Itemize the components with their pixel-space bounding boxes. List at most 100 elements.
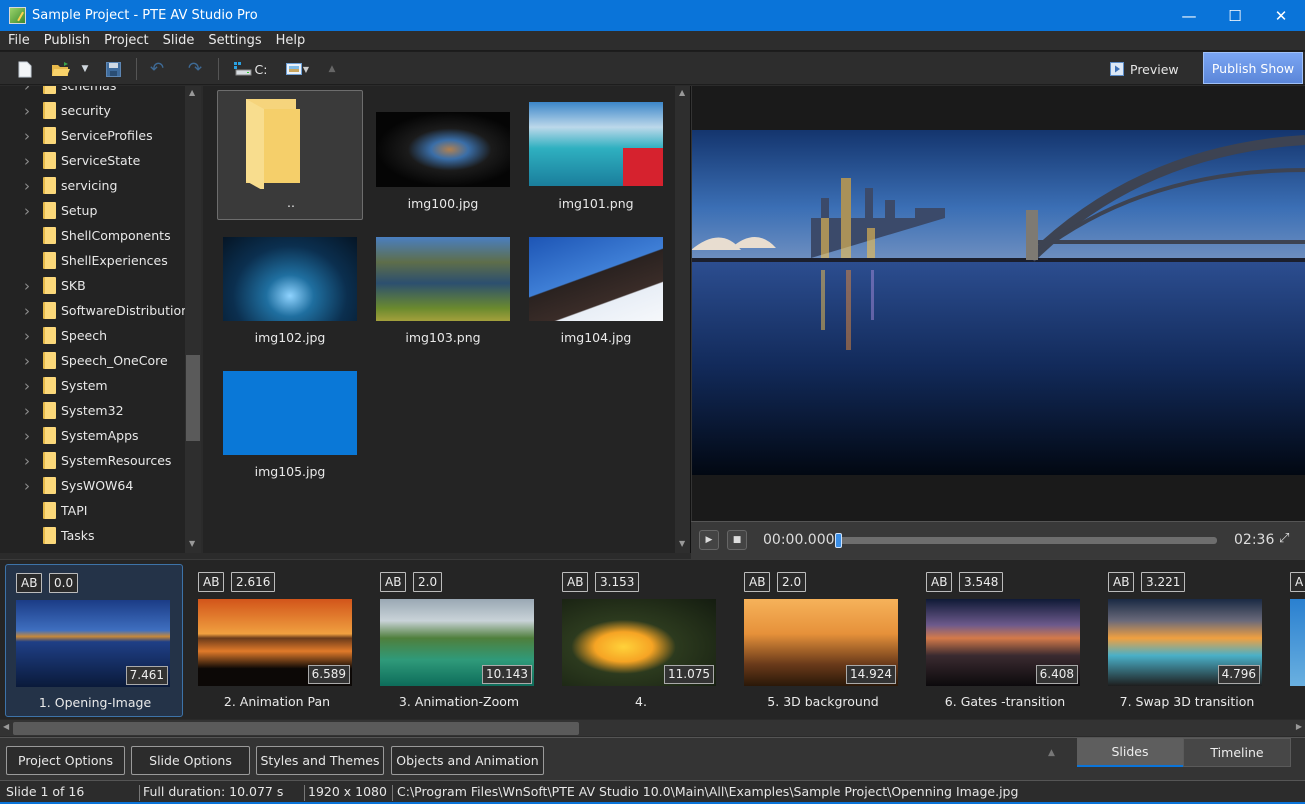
redo-icon[interactable]: ↷ [185,59,205,79]
tree-item[interactable]: ShellExperiences [0,248,185,273]
open-folder-icon[interactable] [50,59,72,79]
transition-duration-badge[interactable]: 3.548 [959,572,1004,592]
tree-item[interactable]: › SoftwareDistribution [0,298,189,323]
tree-item[interactable]: › System32 [0,398,185,423]
transition-ab-badge[interactable]: AB [744,572,771,592]
chevron-right-icon[interactable]: › [24,302,30,320]
transition-duration-badge[interactable]: 3.153 [595,572,640,592]
publish-show-button[interactable]: Publish Show [1203,52,1303,84]
slide-duration-badge[interactable]: 7.461 [125,666,168,685]
chevron-right-icon[interactable]: › [24,152,30,170]
drive-label[interactable]: C: [254,59,268,79]
menu-file[interactable]: File [0,33,36,48]
file-tile[interactable]: img100.jpg [370,90,516,220]
tree-item[interactable]: › Speech_OneCore [0,348,185,373]
transition-duration-badge[interactable]: 2.0 [413,572,443,592]
tree-item[interactable]: › schemas [0,86,185,98]
scroll-up-icon[interactable]: ▲ [679,88,685,97]
chevron-right-icon[interactable]: › [24,352,30,370]
slide-duration-badge[interactable]: 14.924 [846,665,896,684]
tree-item[interactable]: › servicing [0,173,185,198]
collapse-panel-icon[interactable]: ▲ [1048,748,1055,758]
tree-item[interactable]: › SystemApps [0,423,185,448]
transition-ab-badge[interactable]: AB [1108,572,1135,592]
maximize-button[interactable]: ☐ [1212,0,1258,31]
transition-ab-badge[interactable]: A [1290,572,1305,592]
slide-item[interactable]: AB 2.0 14.924 5. 3D background [734,564,912,717]
styles-and-themes-button[interactable]: Styles and Themes [256,746,384,775]
play-button[interactable]: ▶ [699,530,719,550]
chevron-right-icon[interactable]: › [24,477,30,495]
project-options-button[interactable]: Project Options [6,746,125,775]
file-tile[interactable]: img103.png [370,224,516,354]
chevron-right-icon[interactable]: › [24,402,30,420]
files-scrollbar[interactable]: ▲ ▼ [675,86,690,553]
tree-item[interactable]: › ServiceProfiles [0,123,185,148]
objects-and-animation-button[interactable]: Objects and Animation [391,746,544,775]
seek-bar[interactable] [835,533,1217,548]
file-tile[interactable]: img101.png [523,90,669,220]
view-dropdown-icon[interactable]: ▼ [301,59,311,79]
chevron-right-icon[interactable]: › [24,202,30,220]
chevron-right-icon[interactable]: › [24,102,30,120]
save-icon[interactable] [104,59,122,79]
chevron-right-icon[interactable]: › [24,277,30,295]
preview-button[interactable]: Preview [1102,56,1192,82]
file-tile[interactable]: img105.jpg [217,358,363,488]
undo-icon[interactable]: ↶ [147,59,167,79]
transition-ab-badge[interactable]: AB [926,572,953,592]
file-tile[interactable]: img102.jpg [217,224,363,354]
chevron-right-icon[interactable]: › [24,452,30,470]
slide-duration-badge[interactable]: 10.143 [482,665,532,684]
slide-item[interactable]: AB 3.153 11.075 4. [552,564,730,717]
transition-duration-badge[interactable]: 3.221 [1141,572,1186,592]
tree-item[interactable]: › ServiceState [0,148,185,173]
scroll-down-icon[interactable]: ▼ [679,539,685,548]
open-dropdown-icon[interactable]: ▼ [78,59,92,79]
transition-ab-badge[interactable]: AB [380,572,407,592]
tree-item[interactable]: › Setup [0,198,185,223]
fullscreen-icon[interactable]: ⤢ [1279,531,1289,546]
chevron-right-icon[interactable]: › [24,127,30,145]
transition-duration-badge[interactable]: 2.0 [777,572,807,592]
tab-slides[interactable]: Slides [1077,738,1183,767]
slides-scroll-thumb[interactable] [13,722,579,735]
transition-duration-badge[interactable]: 0.0 [49,573,79,593]
slide-duration-badge[interactable]: 11.075 [664,665,714,684]
transition-ab-badge[interactable]: AB [198,572,225,592]
slide-item[interactable]: AB 3.548 6.408 6. Gates -transition [916,564,1094,717]
tree-item[interactable]: › Speech [0,323,185,348]
scroll-down-icon[interactable]: ▼ [189,539,195,548]
minimize-button[interactable]: — [1166,0,1212,31]
transition-duration-badge[interactable]: 2.616 [231,572,276,592]
scroll-up-icon[interactable]: ▲ [189,88,195,97]
tree-item[interactable]: TAPI [0,498,185,523]
view-mode-icon[interactable] [285,59,302,79]
seek-thumb[interactable] [835,533,842,548]
menu-settings[interactable]: Settings [200,33,267,48]
menu-project[interactable]: Project [96,33,154,48]
menu-slide[interactable]: Slide [155,33,201,48]
slide-duration-badge[interactable]: 4.796 [1217,665,1260,684]
close-button[interactable]: ✕ [1258,0,1304,31]
slide-item[interactable]: A [1280,564,1305,717]
tree-item[interactable]: › SysWOW64 [0,473,185,498]
chevron-right-icon[interactable]: › [24,377,30,395]
slides-scrollbar[interactable]: ◀ ▶ [0,719,1305,736]
slide-item[interactable]: AB 0.0 7.461 1. Opening-Image [5,564,183,717]
slide-duration-badge[interactable]: 6.408 [1035,665,1078,684]
scroll-left-icon[interactable]: ◀ [3,722,9,731]
transition-ab-badge[interactable]: AB [562,572,589,592]
menu-publish[interactable]: Publish [36,33,96,48]
drive-icon[interactable] [233,59,253,79]
tree-item[interactable]: › SKB [0,273,185,298]
tree-item[interactable]: Tasks [0,523,185,548]
tree-item[interactable]: ShellComponents [0,223,185,248]
up-folder-icon[interactable]: ▲ [326,59,338,79]
tree-item[interactable]: › System [0,373,185,398]
chevron-right-icon[interactable]: › [24,327,30,345]
stop-button[interactable]: ■ [727,530,747,550]
chevron-right-icon[interactable]: › [24,427,30,445]
tree-item[interactable]: › security [0,98,185,123]
tree-scrollbar[interactable]: ▲ ▼ [185,86,201,553]
